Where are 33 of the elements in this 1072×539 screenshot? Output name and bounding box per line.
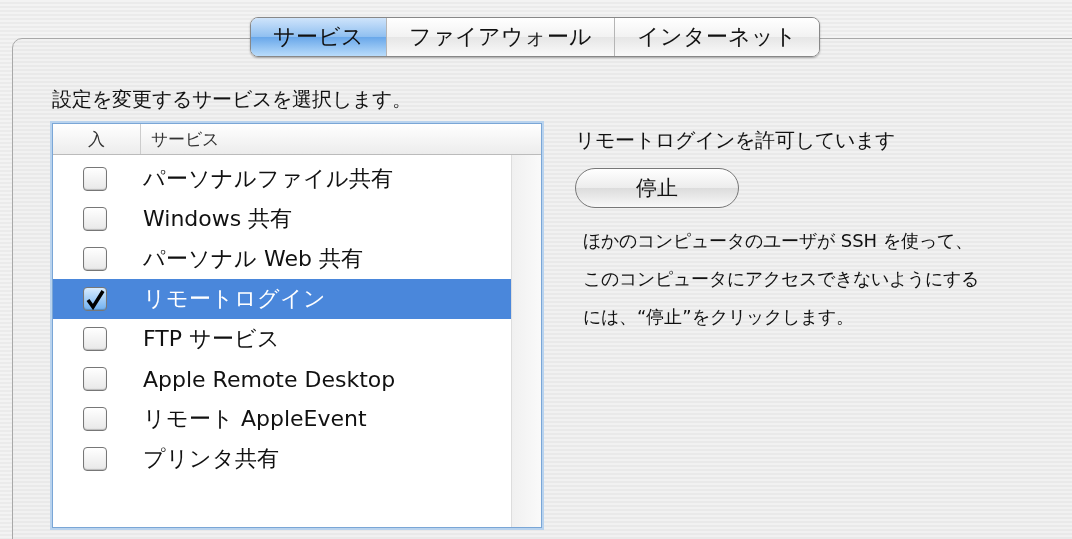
column-header[interactable]: 入 [53,124,141,154]
service-row[interactable]: パーソナル Web 共有 [53,239,511,279]
service-name: リモートログイン [143,285,326,313]
checkbox[interactable] [83,367,107,391]
service-name: パーソナルファイル共有 [143,165,393,193]
tab[interactable]: ファイアウォール [386,18,614,56]
instruction-label: 設定を変更するサービスを選択します。 [52,86,413,113]
service-name: リモート AppleEvent [143,405,367,433]
checkbox[interactable] [83,447,107,471]
stop-button[interactable]: 停止 [575,168,739,208]
checkbox[interactable] [83,407,107,431]
checkbox[interactable] [83,247,107,271]
service-name: Apple Remote Desktop [143,366,396,392]
checkbox[interactable] [83,287,107,311]
service-name: Windows 共有 [143,205,293,233]
service-name: プリンタ共有 [143,445,279,473]
description-text: ほかのコンピュータのユーザが SSH を使って、 このコンピュータにアクセスできないようにする には、“停止”をクリックします。 [583,229,979,329]
service-row[interactable]: リモートログイン [53,279,511,319]
tab[interactable]: インターネット [614,18,819,56]
service-row[interactable]: Windows 共有 [53,199,511,239]
service-name: パーソナル Web 共有 [143,245,363,273]
checkbox[interactable] [83,167,107,191]
tab[interactable]: サービス [251,18,386,56]
service-row[interactable]: リモート AppleEvent [53,399,511,439]
service-row[interactable]: プリンタ共有 [53,439,511,479]
column-header[interactable]: サービス [141,124,441,154]
service-row[interactable]: FTP サービス [53,319,511,359]
checkbox[interactable] [83,327,107,351]
service-row[interactable]: パーソナルファイル共有 [53,159,511,199]
checkbox[interactable] [83,207,107,231]
service-row[interactable]: Apple Remote Desktop [53,359,511,399]
service-name: FTP サービス [143,325,280,353]
status-label: リモートログインを許可しています [575,127,896,154]
